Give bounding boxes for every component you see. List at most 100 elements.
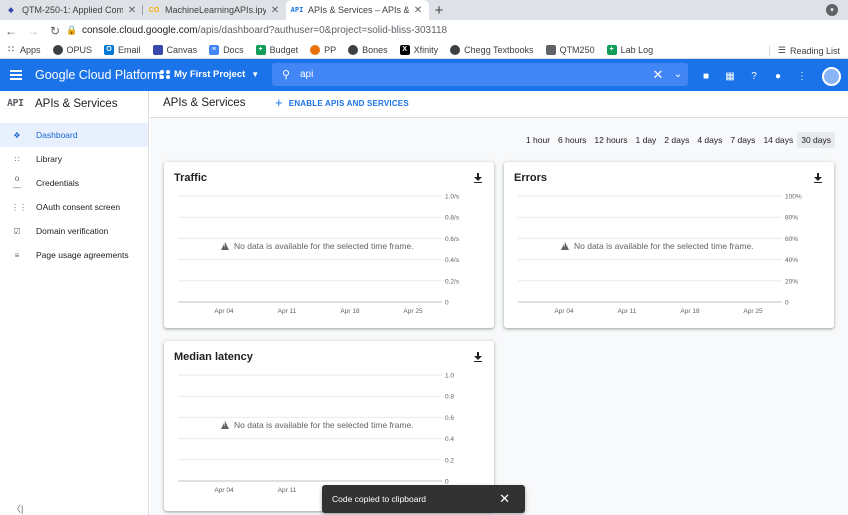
action-bar: APIs & Services + ENABLE APIS AND SERVIC… bbox=[150, 91, 848, 118]
time-range-option[interactable]: 1 day bbox=[632, 132, 661, 148]
reload-icon[interactable]: ↻ bbox=[44, 24, 66, 38]
x-tick-label: Apr 04 bbox=[214, 487, 234, 494]
warning-icon bbox=[221, 242, 229, 250]
help-icon[interactable]: ? bbox=[748, 71, 760, 83]
sidebar-item-oauth[interactable]: ⋮⋮ OAuth consent screen bbox=[0, 195, 148, 219]
more-vert-icon[interactable]: ⋮ bbox=[796, 71, 808, 83]
enable-apis-button[interactable]: + ENABLE APIS AND SERVICES bbox=[275, 96, 409, 109]
notifications-icon[interactable]: ● bbox=[772, 71, 784, 83]
close-icon[interactable]: ✕ bbox=[499, 491, 510, 507]
bookmark-budget[interactable]: + Budget bbox=[255, 44, 298, 55]
sheets-icon: + bbox=[255, 44, 266, 55]
page-title: APIs & Services bbox=[163, 97, 246, 109]
x-tick-label: Apr 18 bbox=[340, 308, 360, 315]
cloud-shell-icon[interactable]: ▦ bbox=[724, 71, 736, 83]
search-input[interactable]: api bbox=[300, 69, 648, 80]
browser-tab[interactable]: ◆ QTM-250-1: Applied Computing ✕ bbox=[0, 0, 143, 20]
sidebar-item-dashboard[interactable]: ❖ Dashboard bbox=[0, 123, 148, 147]
x-tick-label: Apr 11 bbox=[618, 308, 637, 315]
tab-search-icon[interactable]: ▾ bbox=[826, 4, 838, 16]
time-range-option[interactable]: 1 hour bbox=[522, 132, 554, 148]
sidebar-item-credentials[interactable]: o— Credentials bbox=[0, 171, 148, 195]
bookmark-label: QTM250 bbox=[559, 44, 595, 55]
bookmark-apps[interactable]: ∷ Apps bbox=[6, 44, 40, 55]
sidenav-header: API APIs & Services bbox=[0, 91, 148, 116]
no-data-text: No data is available for the selected ti… bbox=[234, 241, 414, 251]
y-tick-label: 0.2/s bbox=[445, 278, 460, 285]
back-icon[interactable]: ← bbox=[0, 24, 22, 38]
api-icon: API bbox=[290, 6, 304, 14]
bookmark-chegg[interactable]: Chegg Textbooks bbox=[450, 44, 534, 55]
warning-icon bbox=[561, 242, 569, 250]
time-range-option[interactable]: 12 hours bbox=[590, 132, 631, 148]
browser-tab-bar: ◆ QTM-250-1: Applied Computing ✕ CO Mach… bbox=[0, 0, 848, 20]
sidebar-item-label: Credentials bbox=[36, 178, 79, 188]
bookmark-opus[interactable]: OPUS bbox=[52, 44, 92, 55]
bookmark-label: Xfinity bbox=[413, 44, 439, 55]
address-bar-row: ← → ↻ 🔒 console.cloud.google.com/apis/da… bbox=[0, 20, 848, 56]
download-icon[interactable] bbox=[814, 173, 822, 183]
bookmark-label: Canvas bbox=[166, 44, 198, 55]
docs-icon: ≡ bbox=[209, 44, 220, 55]
side-nav: API APIs & Services ❖ Dashboard ∷ Librar… bbox=[0, 91, 149, 515]
bookmark-xfinity[interactable]: X Xfinity bbox=[399, 44, 439, 55]
browser-tab-active[interactable]: API APIs & Services – APIs & Servic ✕ bbox=[286, 0, 429, 20]
clear-search-icon[interactable]: ✕ bbox=[648, 67, 668, 83]
library-icon: ∷ bbox=[14, 154, 20, 164]
account-avatar[interactable] bbox=[822, 67, 841, 86]
time-range-option[interactable]: 30 days bbox=[797, 132, 835, 148]
product-title[interactable]: Google Cloud Platform bbox=[35, 68, 161, 82]
y-tick-label: 60% bbox=[785, 236, 798, 243]
y-tick-label: 1.0/s bbox=[445, 194, 460, 201]
search-icon: ⚲ bbox=[281, 69, 291, 81]
url-input[interactable]: 🔒 console.cloud.google.com/apis/dashboar… bbox=[66, 22, 726, 39]
bookmark-lab-log[interactable]: + Lab Log bbox=[606, 44, 653, 55]
search-bar[interactable]: ⚲ api ✕ ⌄ bbox=[272, 63, 688, 86]
chevron-down-icon[interactable]: ⌄ bbox=[668, 69, 688, 80]
sidebar-item-page-usage[interactable]: ≡ Page usage agreements bbox=[0, 243, 148, 267]
bookmark-email[interactable]: O Email bbox=[104, 44, 141, 55]
time-range-option[interactable]: 4 days bbox=[693, 132, 726, 148]
download-icon[interactable] bbox=[474, 352, 482, 362]
forward-icon[interactable]: → bbox=[22, 24, 44, 38]
bookmark-canvas[interactable]: Canvas bbox=[152, 44, 198, 55]
folder-icon bbox=[545, 44, 556, 55]
y-tick-label: 20% bbox=[785, 278, 798, 285]
y-tick-label: 0 bbox=[785, 300, 789, 307]
new-tab-button[interactable]: + bbox=[429, 0, 449, 20]
close-icon[interactable]: ✕ bbox=[413, 5, 423, 16]
sidebar-item-domain[interactable]: ☑ Domain verification bbox=[0, 219, 148, 243]
download-icon[interactable] bbox=[474, 173, 482, 183]
sheets-icon: + bbox=[606, 44, 617, 55]
tab-title: QTM-250-1: Applied Computing bbox=[22, 5, 123, 15]
errors-chart-card: 100% 80% 60% 40% 20% 0 Apr 04 Apr 11 Apr 18 Apr 2… bbox=[504, 162, 834, 328]
time-range-option[interactable]: 14 days bbox=[759, 132, 797, 148]
sidenav-title: APIs & Services bbox=[35, 97, 118, 110]
x-tick-label: Apr 04 bbox=[214, 308, 234, 315]
bookmark-qtm250[interactable]: QTM250 bbox=[545, 44, 595, 55]
bookmark-pp[interactable]: PP bbox=[310, 44, 336, 55]
bookmark-docs[interactable]: ≡ Docs bbox=[209, 44, 244, 55]
browser-tab[interactable]: CO MachineLearningAPIs.ipynb - C ✕ bbox=[143, 0, 286, 20]
shield-icon: ◆ bbox=[8, 7, 14, 14]
sidebar-item-label: OAuth consent screen bbox=[36, 202, 121, 212]
bookmark-bones[interactable]: Bones bbox=[348, 44, 388, 55]
time-range-option[interactable]: 7 days bbox=[726, 132, 759, 148]
time-range-option[interactable]: 6 hours bbox=[554, 132, 590, 148]
settings-list-icon: ≡ bbox=[14, 250, 20, 260]
collapse-nav-icon[interactable]: 〈| bbox=[12, 502, 23, 515]
menu-icon[interactable] bbox=[10, 68, 22, 82]
close-icon[interactable]: ✕ bbox=[270, 5, 280, 16]
project-selector[interactable]: My First Project ▼ bbox=[160, 69, 259, 80]
close-icon[interactable]: ✕ bbox=[127, 5, 137, 16]
bookmark-label: Email bbox=[118, 44, 141, 55]
sidebar-item-label: Dashboard bbox=[36, 130, 78, 140]
time-range-option[interactable]: 2 days bbox=[660, 132, 693, 148]
time-range-selector: 1 hour 6 hours 12 hours 1 day 2 days 4 days 7 … bbox=[522, 132, 835, 148]
enable-apis-label: ENABLE APIS AND SERVICES bbox=[288, 98, 409, 108]
sidebar-item-library[interactable]: ∷ Library bbox=[0, 147, 148, 171]
api-logo-icon: API bbox=[7, 98, 24, 109]
reading-list-button[interactable]: ☰ Reading List bbox=[768, 45, 840, 56]
y-tick-label: 80% bbox=[785, 215, 798, 222]
gift-icon[interactable]: ■ bbox=[700, 71, 712, 83]
